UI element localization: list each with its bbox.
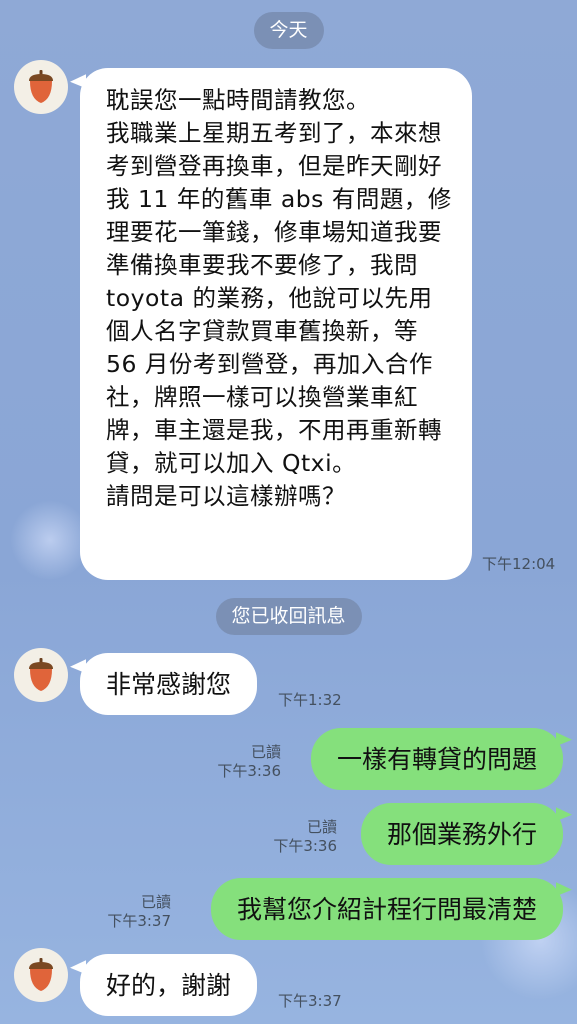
sender-avatar[interactable]	[14, 948, 68, 1002]
read-receipt: 已讀	[250, 743, 281, 761]
message-bubble-outgoing[interactable]: 我幫您介紹計程行問最清楚	[210, 878, 563, 940]
message-timestamp: 下午1:32	[278, 691, 342, 709]
acorn-icon	[29, 70, 53, 103]
message-timestamp: 下午3:37	[107, 912, 171, 930]
message-timestamp: 下午3:36	[273, 837, 337, 855]
message-meta: 已讀 下午3:37	[107, 893, 171, 931]
sender-avatar[interactable]	[14, 648, 68, 702]
message-timestamp: 下午3:37	[278, 992, 342, 1010]
message-bubble-incoming[interactable]: 好的，謝謝	[80, 954, 258, 1016]
message-bubble-outgoing[interactable]: 那個業務外行	[360, 803, 563, 865]
read-receipt: 已讀	[140, 893, 171, 911]
message-meta: 已讀 下午3:36	[273, 818, 337, 856]
message-meta: 已讀 下午3:36	[217, 743, 281, 781]
message-bubble-incoming[interactable]: 非常感謝您	[80, 653, 258, 715]
message-timestamp: 下午3:36	[217, 762, 281, 780]
background-sparkle	[10, 500, 90, 580]
message-bubble-outgoing[interactable]: 一樣有轉貸的問題	[310, 728, 563, 790]
recall-notice: 您已收回訊息	[215, 598, 362, 635]
message-timestamp: 下午12:04	[482, 555, 556, 573]
acorn-icon	[29, 658, 53, 691]
acorn-icon	[29, 958, 53, 991]
read-receipt: 已讀	[306, 818, 337, 836]
sender-avatar[interactable]	[14, 60, 68, 114]
message-bubble-incoming[interactable]: 耽誤您一點時間請教您。 我職業上星期五考到了，本來想考到營登再換車，但是昨天剛好…	[80, 68, 472, 580]
date-separator: 今天	[253, 12, 324, 49]
